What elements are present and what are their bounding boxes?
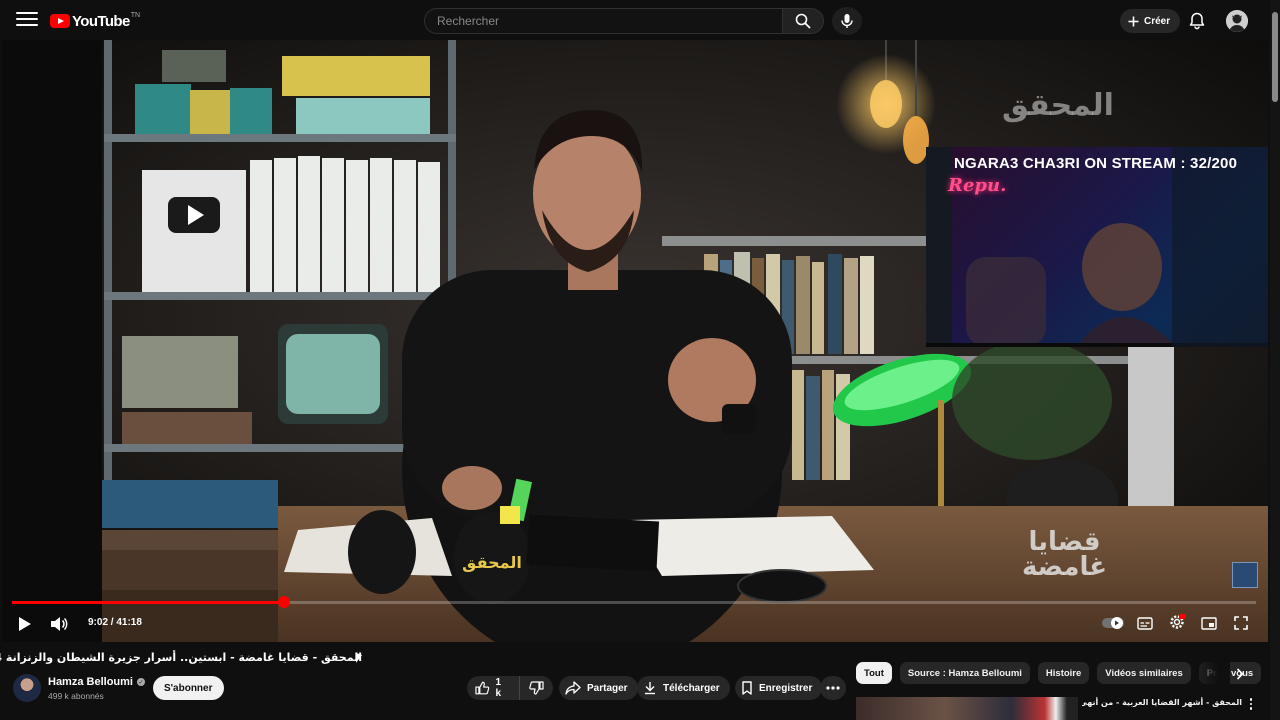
like-count: 1 k (495, 677, 502, 699)
chevron-right-icon (1236, 668, 1244, 680)
dislike-button[interactable] (520, 676, 553, 700)
play-button[interactable] (14, 613, 36, 635)
chip-history[interactable]: Histoire (1037, 662, 1090, 684)
channel-name-link[interactable]: Hamza Belloumi ✓ (48, 676, 145, 688)
bookmark-icon (742, 681, 752, 695)
account-avatar[interactable] (1226, 10, 1248, 32)
chips-next-button[interactable] (1230, 664, 1250, 684)
search-box (424, 8, 824, 34)
youtube-logo-icon (50, 14, 70, 28)
miniplayer-icon (1201, 616, 1217, 630)
scrubber-handle[interactable] (277, 596, 290, 608)
recommended-video-menu[interactable] (1245, 697, 1257, 711)
progress-bar[interactable] (12, 596, 1256, 608)
progress-fill (12, 601, 284, 604)
mouse-cursor (356, 652, 362, 666)
download-icon (645, 682, 655, 695)
page-scrollbar[interactable] (1270, 0, 1280, 720)
bell-icon (1189, 12, 1205, 30)
more-horizontal-icon (826, 686, 840, 690)
youtube-logo[interactable]: YouTube TN (50, 11, 140, 31)
create-button[interactable]: Créer (1120, 9, 1181, 33)
series-watermark-line2: غامضة (1022, 551, 1108, 582)
svg-text:المحقق: المحقق (462, 553, 522, 572)
subtitles-icon (1137, 616, 1153, 630)
video-title: المحقق - قضايا غامضة - ابستين.. أسرار جز… (0, 651, 362, 664)
logo-text: YouTube (72, 12, 130, 30)
series-watermark-line1: قضايا (1028, 527, 1101, 557)
play-icon (19, 617, 31, 631)
subscriber-count: 499 k abonnés (48, 691, 104, 701)
volume-icon (51, 617, 68, 631)
more-actions-button[interactable] (820, 676, 846, 700)
settings-icon (1170, 614, 1186, 629)
logo-country-code: TN (130, 11, 141, 19)
recommended-video-thumbnail[interactable] (856, 697, 1078, 720)
search-icon (795, 13, 811, 29)
miniplayer-button[interactable] (1198, 613, 1220, 633)
chips-fade (1190, 660, 1230, 686)
subscribe-button[interactable]: S'abonner (153, 676, 224, 700)
chip-source-channel[interactable]: Source : Hamza Belloumi (899, 662, 1030, 684)
save-label: Enregistrer (759, 682, 813, 694)
share-button[interactable]: Partager (559, 676, 638, 700)
recommended-video-title[interactable]: المحقق - أشهر القضايا العربية - من أنهى … (1082, 697, 1242, 708)
neon-sign-text: Repu. (948, 175, 1007, 196)
volume-button[interactable] (48, 613, 70, 635)
verified-icon: ✓ (136, 678, 145, 686)
fullscreen-button[interactable] (1230, 612, 1252, 634)
subtitles-button[interactable] (1134, 613, 1156, 633)
share-icon (565, 681, 581, 695)
scrollbar-thumb[interactable] (1272, 12, 1278, 102)
notifications-button[interactable] (1187, 11, 1207, 31)
like-button[interactable]: 1 k (467, 676, 520, 700)
channel-name: Hamza Belloumi (48, 676, 133, 688)
voice-search-button[interactable] (832, 7, 862, 35)
fullscreen-icon (1234, 616, 1248, 630)
video-player[interactable]: المحقق المحقق قضايا غامضة NGARA3 CHA3RI … (2, 40, 1268, 642)
plus-icon (1128, 16, 1139, 26)
share-label: Partager (587, 682, 628, 694)
thumbs-up-icon (475, 681, 490, 695)
stream-overlay-text: NGARA3 CHA3RI ON STREAM : 32/200 (954, 155, 1238, 172)
channel-watermark-thumbnail[interactable] (1232, 562, 1258, 588)
series-watermark: قضايا غامضة (1022, 527, 1108, 582)
download-button[interactable]: Télécharger (637, 676, 730, 700)
stream-overlay: NGARA3 CHA3RI ON STREAM : 32/200 Repu. (926, 147, 1268, 347)
search-button[interactable] (782, 8, 824, 34)
autoplay-toggle[interactable] (1100, 614, 1126, 632)
masthead: YouTube TN Créer (0, 0, 1280, 40)
save-button[interactable]: Enregistrer (735, 676, 823, 700)
brand-watermark: المحقق (1002, 88, 1114, 123)
like-dislike-group: 1 k (467, 676, 553, 700)
chip-similar-videos[interactable]: Vidéos similaires (1097, 662, 1191, 684)
avatar-image (1226, 10, 1248, 32)
settings-button[interactable] (1166, 611, 1188, 633)
create-label: Créer (1144, 15, 1171, 27)
autoplay-toggle-icon (1102, 617, 1124, 629)
mic-icon (841, 14, 853, 28)
thumbs-down-icon (529, 681, 544, 695)
search-input[interactable] (424, 8, 782, 34)
hamburger-icon[interactable] (16, 12, 38, 28)
time-display: 9:02 / 41:18 (88, 617, 142, 628)
channel-avatar[interactable] (13, 674, 41, 702)
chip-all[interactable]: Tout (856, 662, 892, 684)
download-label: Télécharger (663, 682, 720, 694)
